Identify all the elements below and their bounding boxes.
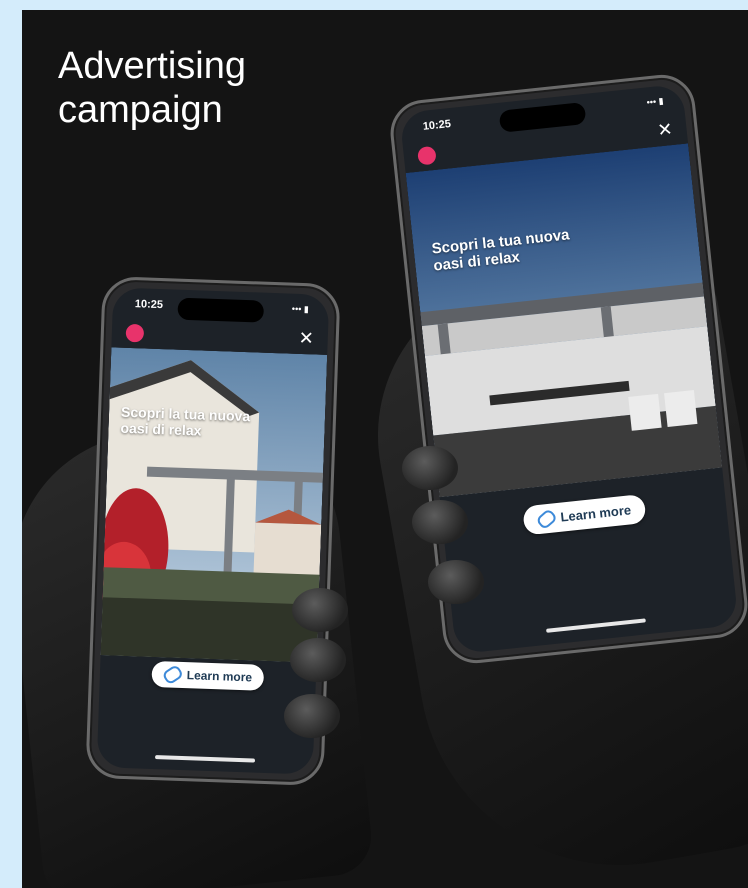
left-finger-3 <box>284 694 340 738</box>
status-time: 10:25 <box>422 118 452 133</box>
story-media: Scopri la tua nuova oasi di relax <box>405 143 723 498</box>
left-finger-2 <box>290 638 346 682</box>
dynamic-island <box>177 297 265 323</box>
link-icon <box>535 507 558 530</box>
home-indicator <box>546 618 646 633</box>
link-icon <box>161 663 185 686</box>
right-finger-3 <box>428 560 484 604</box>
status-time: 10:25 <box>134 298 164 312</box>
ad-canvas: Advertising campaign 10:25 ••• ▮ ✕ Scopr… <box>22 10 748 888</box>
ad-headline: Scopri la tua nuova oasi di relax <box>120 403 251 439</box>
learn-more-label: Learn more <box>186 668 253 685</box>
signal-icon: ••• ▮ <box>291 303 309 315</box>
brand-avatar[interactable] <box>417 145 437 166</box>
home-indicator <box>155 755 256 763</box>
pergola-photo <box>405 143 723 498</box>
brand-avatar[interactable] <box>125 323 145 343</box>
signal-icon: ••• ▮ <box>646 95 664 108</box>
right-finger-1 <box>402 446 458 490</box>
learn-more-button[interactable]: Learn more <box>522 493 647 536</box>
learn-more-button[interactable]: Learn more <box>151 660 265 691</box>
right-finger-2 <box>412 500 468 544</box>
left-finger-1 <box>292 588 348 632</box>
learn-more-label: Learn more <box>559 502 632 525</box>
page-title: Advertising campaign <box>58 45 246 131</box>
close-icon[interactable]: ✕ <box>298 328 314 350</box>
close-icon[interactable]: ✕ <box>656 119 673 141</box>
